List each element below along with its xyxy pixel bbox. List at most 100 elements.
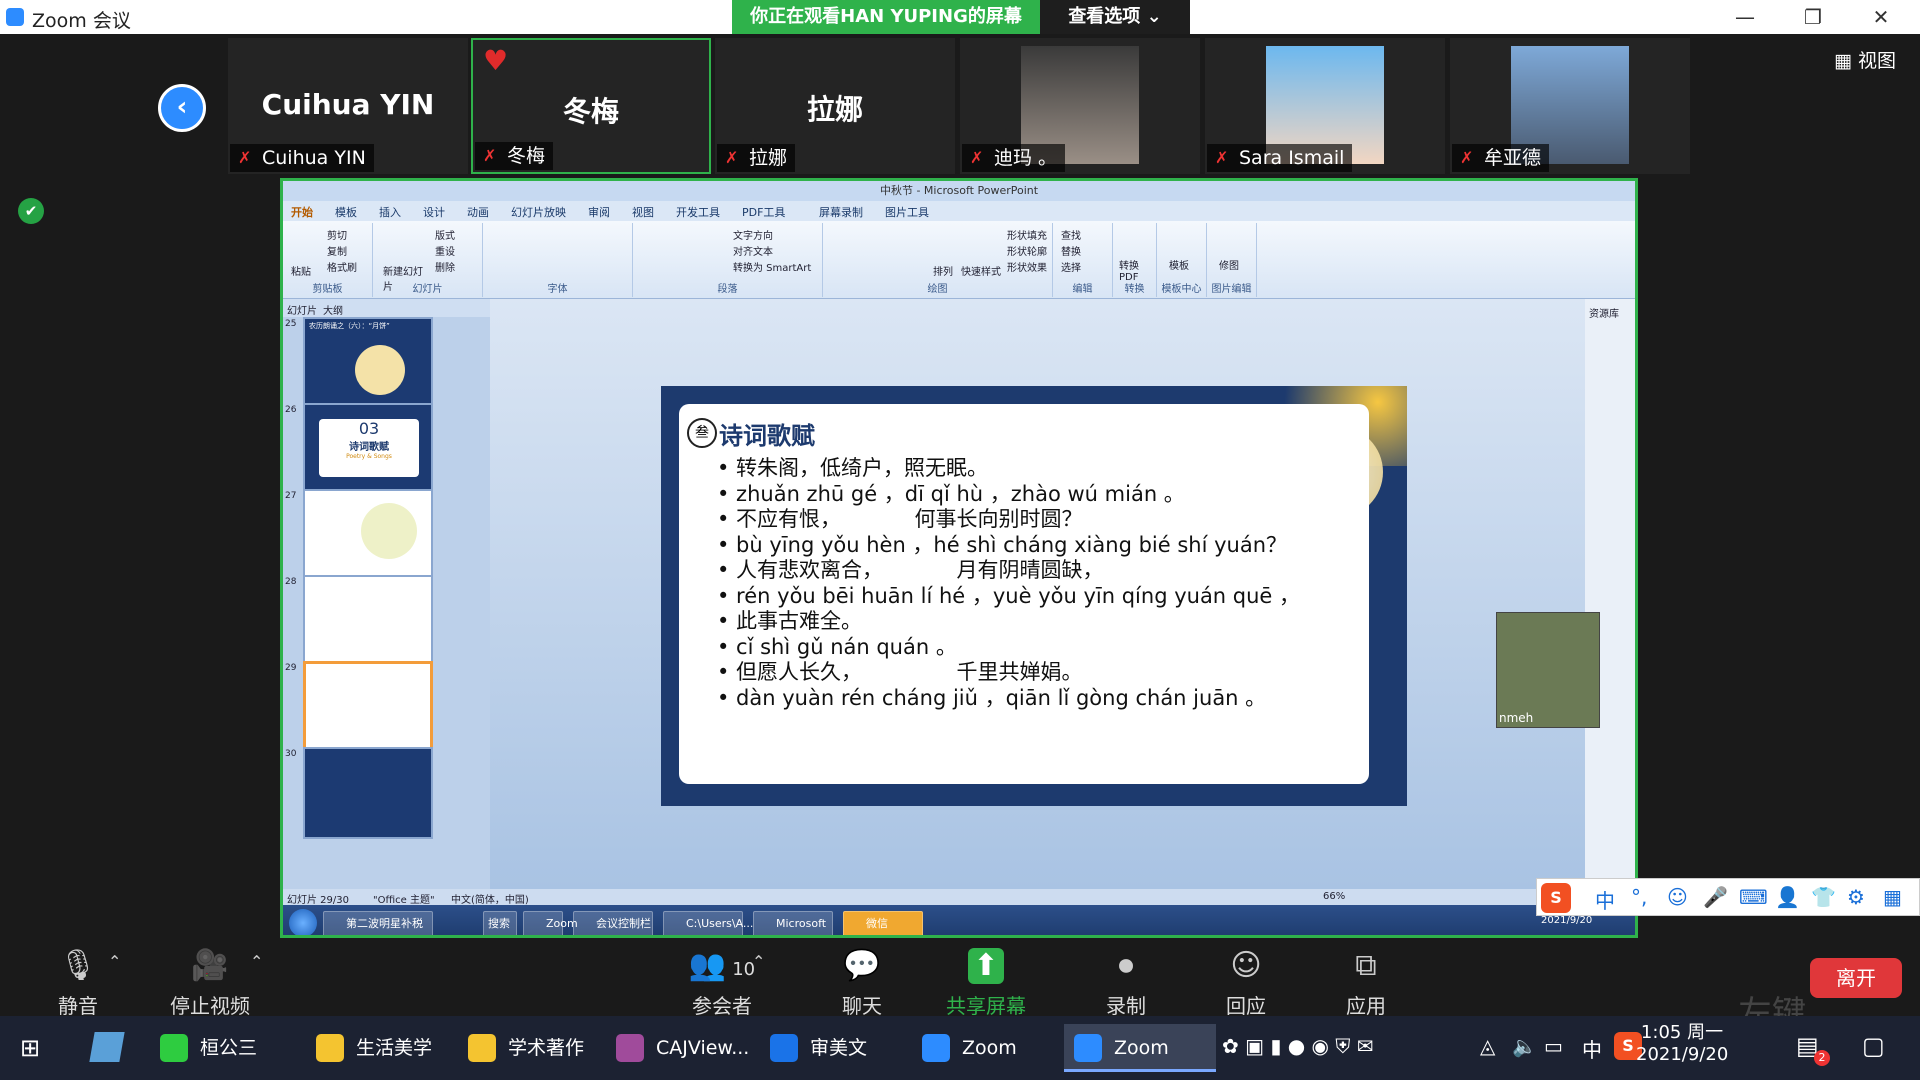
app-icon[interactable] xyxy=(89,1032,125,1062)
taskbar-window[interactable]: C:\Users\A... xyxy=(663,911,753,935)
paste-button[interactable]: 粘贴 xyxy=(291,263,311,278)
chevron-up-icon[interactable]: ⌃ xyxy=(108,952,121,971)
slide-thumbnail[interactable] xyxy=(303,747,433,839)
shape-outline-button[interactable]: 形状轮廓 xyxy=(1007,243,1047,258)
action-center-icon[interactable]: ▢ xyxy=(1862,1032,1885,1060)
taskbar-window[interactable]: 搜索一下 xyxy=(483,911,517,935)
align-text-button[interactable]: 对齐文本 xyxy=(733,243,773,258)
ime-item[interactable]: ⌨ xyxy=(1739,885,1768,909)
ribbon-tab[interactable]: PDF工具 xyxy=(742,204,785,220)
taskbar-app[interactable]: Zoom 会... xyxy=(1064,1024,1216,1072)
taskbar-window[interactable]: 微信 xyxy=(843,911,923,935)
participant-tile[interactable]: Cuihua YIN ✗ Cuihua YIN xyxy=(228,38,468,174)
ime-item[interactable]: ⚙ xyxy=(1847,885,1865,909)
taskbar-window[interactable]: Microsoft P... xyxy=(753,911,833,935)
ime-item[interactable]: 👤 xyxy=(1775,885,1800,909)
system-clock[interactable]: 1:05 周一 2021/9/20 xyxy=(1636,1022,1728,1066)
volume-icon[interactable]: 🔈 xyxy=(1512,1034,1537,1058)
ribbon-tab[interactable]: 屏幕录制 xyxy=(819,204,863,220)
chevron-up-icon[interactable]: ⌃ xyxy=(250,952,263,971)
input-method[interactable]: 中 xyxy=(1582,1034,1602,1063)
view-button[interactable]: ▦ 视图 xyxy=(1834,46,1896,73)
taskbar-app[interactable]: 审美文化... xyxy=(760,1024,908,1072)
participant-tile[interactable]: ✗ 迪玛 。 xyxy=(960,38,1200,174)
previous-page-button[interactable]: ‹ xyxy=(158,84,206,132)
slide-thumbnail[interactable] xyxy=(303,575,433,667)
shape-fill-button[interactable]: 形状填充 xyxy=(1007,227,1047,242)
ime-item[interactable]: 中 xyxy=(1595,885,1615,914)
taskbar-window[interactable]: 会议控制栏 xyxy=(573,911,653,935)
cut-button[interactable]: 剪切 xyxy=(327,227,347,242)
quick-styles-button[interactable]: 快速样式 xyxy=(961,263,1001,278)
shape-effects-button[interactable]: 形状效果 xyxy=(1007,259,1047,274)
ribbon-tab[interactable]: 设计 xyxy=(423,204,445,220)
taskbar-app[interactable]: Zoom xyxy=(912,1024,1060,1072)
ribbon-tab[interactable]: 开发工具 xyxy=(676,204,720,220)
tab-outline[interactable]: 大纲 xyxy=(323,302,343,317)
taskbar-app[interactable]: 桓公三年... xyxy=(150,1024,300,1072)
tray-icons[interactable]: ✿ ▣ ▮ ● ◉ ⛨ ✉ xyxy=(1222,1034,1373,1058)
toolbar-record-button[interactable]: ⏺ 录制 xyxy=(1076,948,1176,1019)
tab-slides[interactable]: 幻灯片 xyxy=(287,302,317,317)
ribbon-tab[interactable]: 视图 xyxy=(632,204,654,220)
template-button[interactable]: 模板 xyxy=(1169,257,1189,272)
slide-thumbnail[interactable]: 03 诗词歌赋 Poetry & Songs xyxy=(303,403,433,495)
ribbon-tab[interactable]: 动画 xyxy=(467,204,489,220)
ribbon-tab[interactable]: 模板 xyxy=(335,204,357,220)
security-shield-icon[interactable]: ✔ xyxy=(18,198,44,224)
battery-icon[interactable]: ▭ xyxy=(1544,1034,1563,1058)
toolbar-apps-button[interactable]: ⧉ 应用 xyxy=(1316,948,1416,1019)
ime-item[interactable]: °, xyxy=(1631,885,1647,909)
taskbar-app[interactable]: 生活美学 xyxy=(306,1024,454,1072)
taskbar-window[interactable]: 第二波明星补税潮 xyxy=(323,911,433,935)
start-orb-icon[interactable] xyxy=(289,909,317,935)
smartart-button[interactable]: 转换为 SmartArt xyxy=(733,259,811,274)
participant-tile[interactable]: 拉娜 ✗ 拉娜 xyxy=(715,38,955,174)
ime-item[interactable]: ☺ xyxy=(1667,885,1688,909)
participant-tile[interactable]: 冬梅 ♥ ✗ 冬梅 xyxy=(471,38,711,174)
arrange-button[interactable]: 排列 xyxy=(933,263,953,278)
ime-item[interactable]: ▦ xyxy=(1883,885,1902,909)
leave-button[interactable]: 离开 xyxy=(1810,958,1902,998)
select-button[interactable]: 选择 xyxy=(1061,259,1081,274)
toolbar-reaction-button[interactable]: ☺ 回应 xyxy=(1196,948,1296,1019)
taskbar-window[interactable]: Zoom xyxy=(523,911,578,935)
slide-thumbnail[interactable] xyxy=(303,489,433,581)
replace-button[interactable]: 替换 xyxy=(1061,243,1081,258)
view-options-button[interactable]: 查看选项 ⌄ xyxy=(1040,0,1190,34)
taskbar-app[interactable]: 学术著作 xyxy=(458,1024,602,1072)
toolbar-chat-button[interactable]: 💬 聊天 xyxy=(812,948,912,1019)
minimize-icon[interactable]: — xyxy=(1716,0,1774,34)
ime-item[interactable]: 🎤 xyxy=(1703,885,1728,909)
network-icon[interactable]: ◬ xyxy=(1480,1034,1495,1058)
close-icon[interactable]: ✕ xyxy=(1852,0,1910,34)
ribbon-tab[interactable]: 审阅 xyxy=(588,204,610,220)
reset-button[interactable]: 重设 xyxy=(435,243,455,258)
toolbar-share-button[interactable]: ⬆ 共享屏幕 xyxy=(936,948,1036,1019)
zoom-level[interactable]: 66% xyxy=(1323,891,1345,902)
format-painter-button[interactable]: 格式刷 xyxy=(327,259,357,274)
copy-button[interactable]: 复制 xyxy=(327,243,347,258)
slide-thumbnail[interactable] xyxy=(303,661,433,753)
ribbon-tab[interactable]: 插入 xyxy=(379,204,401,220)
shared-windows-taskbar: 第二波明星补税潮 搜索一下Zoom会议控制栏 C:\Users\A...Micros… xyxy=(283,905,1635,935)
ribbon-tab[interactable]: 开始 xyxy=(291,204,313,220)
participant-tile[interactable]: ✗ 牟亚德 xyxy=(1450,38,1690,174)
ime-item[interactable]: 👕 xyxy=(1811,885,1836,909)
floating-video-view[interactable]: nmeh xyxy=(1496,612,1600,728)
sogou-icon[interactable]: S xyxy=(1541,883,1571,913)
chevron-up-icon[interactable]: ⌃ xyxy=(752,952,765,971)
ribbon-tab[interactable]: 图片工具 xyxy=(885,204,929,220)
windows-start-icon[interactable]: ⊞ xyxy=(20,1034,48,1062)
text-direction-button[interactable]: 文字方向 xyxy=(733,227,773,242)
ribbon-tab[interactable]: 幻灯片放映 xyxy=(511,204,566,220)
taskbar-app[interactable]: CAJView... xyxy=(606,1024,756,1072)
current-slide[interactable]: 叁 诗词歌赋 • 转朱阁，低绮户，照无眠。 • zhuǎn zhū gé ，dī … xyxy=(661,386,1407,806)
delete-button[interactable]: 删除 xyxy=(435,259,455,274)
find-button[interactable]: 查找 xyxy=(1061,227,1081,242)
slide-thumbnail[interactable]: 农历朗诵之（六）：“月饼” xyxy=(303,317,433,409)
participant-tile[interactable]: ✗ Sara Ismail xyxy=(1205,38,1445,174)
restore-icon[interactable]: ❐ xyxy=(1784,0,1842,34)
layout-button[interactable]: 版式 xyxy=(435,227,455,242)
retouch-button[interactable]: 修图 xyxy=(1219,257,1239,272)
